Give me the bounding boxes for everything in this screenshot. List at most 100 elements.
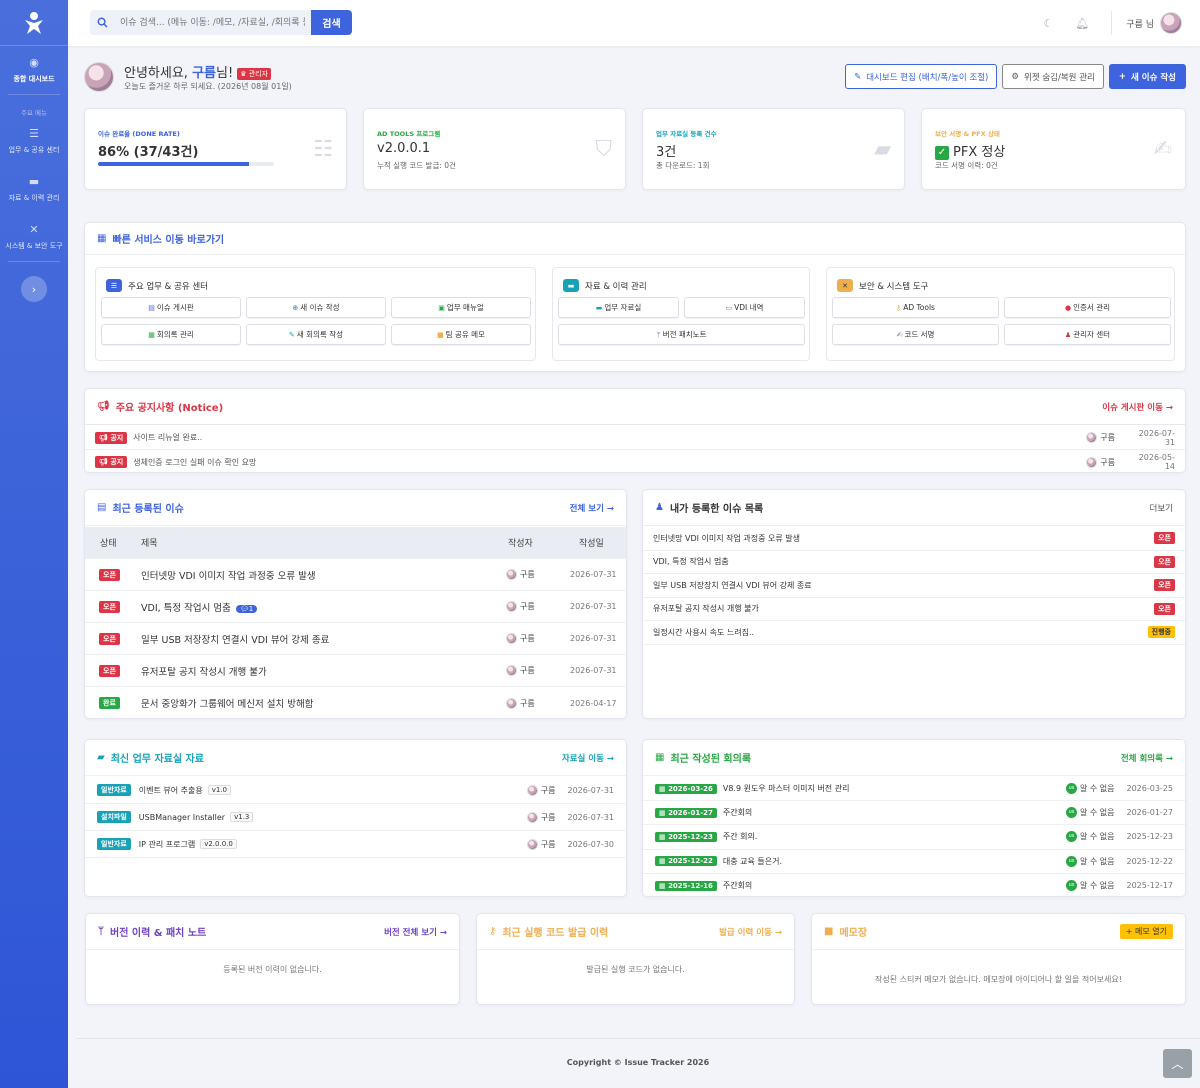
list-item[interactable]: 📢︎ 공지 사이트 리뉴얼 완료.. 구름 2026-07-31 [85,426,1185,450]
quick-link-manual[interactable]: ▣ 업무 매뉴얼 [391,297,531,318]
quick-link-label: 업무 매뉴얼 [446,303,484,312]
divider [8,261,60,262]
sidebar-item-tasks[interactable]: ☰ 업무 & 공유 센터 [0,127,68,155]
list-item[interactable]: ▦ 2026-03-26 V8.9 윈도우 마스터 이미지 버전 관리 us 알 … [643,777,1185,802]
all-versions-link[interactable]: 버전 전체 보기 → [384,926,447,938]
my-issues-card: ♟ 내가 등록한 이슈 목록 더보기 인터넷망 VDI 이미지 작업 과정중 오류 … [642,489,1186,719]
memo-card: ■ 메모장 + 메모 열기 작성된 스티커 메모가 없습니다. 메모장에 아이디어… [811,913,1186,1005]
list-item[interactable]: 설치파일 USBManager Installer v1.3 구름 2026-0… [85,804,626,831]
meeting-title: 주간회의 [722,808,753,818]
library-link[interactable]: 자료실 이동 → [562,752,614,764]
list-item[interactable]: ▦ 2025-12-16 주간회의 us 알 수 없음 2025-12-17 [643,874,1185,898]
code-history-link[interactable]: 발급 이력 이동 → [719,926,782,938]
list-item[interactable]: 일반자료 이벤트 뷰어 추출용 v1.0 구름 2026-07-31 [85,777,626,804]
meeting-title: 주간 회의. [722,832,758,842]
card-title: 최신 업무 자료실 자료 [110,754,204,765]
notice-board-link[interactable]: 이슈 게시판 이동 → [1102,401,1173,413]
calendar-icon: ▦ [659,857,666,866]
meeting-author: us 알 수 없음 [1065,831,1115,843]
notice-tag-label: 공지 [110,433,124,442]
brand-logo[interactable] [0,0,68,46]
quick-link-code-sign[interactable]: ✍ 코드 서명 [832,324,999,345]
list-item[interactable]: 일반자료 IP 관리 프로그램 v2.0.0.0 구름 2026-07-30 [85,831,626,858]
status-badge: 오픈 [99,632,120,645]
user-icon: us [1065,880,1077,892]
board-icon: ▤ [148,303,155,312]
moon-icon[interactable]: ☾ [1043,17,1053,30]
table-header: 상태 제목 작성자 작성일 [85,527,626,559]
search-icon [90,10,114,35]
table-row[interactable]: 오픈 VDI, 특정 작업시 멈춤 💬︎1 구름 2026-07-31 [85,591,626,623]
table-row[interactable]: 오픈 인터넷망 VDI 이미지 작업 과정중 오류 발생 구름 2026-07-… [85,559,626,591]
plus-icon: + [1125,927,1133,936]
list-item[interactable]: 일정시간 사용시 속도 느려짐.. 진행중 [643,621,1185,645]
user-name[interactable]: 구름 님 [1126,17,1154,30]
key-icon: ⚷ [896,303,902,312]
author-name: 알 수 없음 [1079,808,1115,818]
list-item[interactable]: ▦ 2025-12-23 주간 회의. us 알 수 없음 2025-12-23 [643,825,1185,850]
quick-link-team-memo[interactable]: ■ 팀 공유 메모 [391,324,531,345]
quick-link-issue-board[interactable]: ▤ 이슈 게시판 [101,297,241,318]
dashboard-icon: ◉ [29,56,39,69]
issue-author: 구름 [506,665,535,676]
avatar [1086,456,1098,468]
admin-badge: ♛ 관리자 [237,67,272,80]
search-input[interactable] [114,10,311,35]
quick-link-label: 인증서 관리 [1073,303,1110,312]
author-name: 알 수 없음 [1079,881,1115,891]
meeting-created: 2025-12-17 [1126,881,1174,891]
table-row[interactable]: 오픈 유저포탈 공지 작성시 개행 불가 구름 2026-07-31 [85,655,626,687]
quick-link-minutes[interactable]: ▦ 회의록 관리 [101,324,241,345]
list-item[interactable]: 📢︎ 공지 생체인증 로그인 실패 이슈 확인 요망 구름 2026-05-14 [85,450,1185,474]
calendar-icon: ▦ [659,832,666,841]
table-row[interactable]: 오픈 일부 USB 저장장치 연결시 VDI 뷰어 강제 종료 구름 2026-… [85,623,626,655]
quick-link-admin-center[interactable]: ♟ 관리자 센터 [1004,324,1171,345]
quick-link-vdi[interactable]: ▭ VDI 내역 [684,297,805,318]
list-item[interactable]: ▦ 2026-01-27 주간회의 us 알 수 없음 2026-01-27 [643,801,1185,826]
edit-dashboard-button[interactable]: ✎ 대시보드 편집 (배치/폭/높이 조절) [845,64,998,89]
list-item[interactable]: 일부 USB 저장장치 연결시 VDI 뷰어 강제 종료 오픈 [643,574,1185,598]
avatar [506,569,517,580]
copyright-text: Copyright © Issue Tracker 2026 [566,1058,710,1067]
avatar[interactable] [1160,12,1182,34]
widget-manage-button[interactable]: ⚙ 위젯 숨김/복원 관리 [1002,64,1104,89]
stat-label: 보안 서명 & PFX 상태 [935,130,1000,138]
quick-link-file-library[interactable]: ▬ 업무 자료실 [558,297,679,318]
scroll-top-button[interactable]: ︿ [1163,1049,1192,1078]
view-all-link[interactable]: 전체 보기 → [570,502,614,514]
author-name: 구름 [520,602,535,611]
table-row[interactable]: 완료 문서 중앙화가 그룹웨어 메신저 설치 방해함 구름 2026-04-17 [85,687,626,719]
author-name: 알 수 없음 [1079,832,1115,842]
list-item[interactable]: VDI, 특정 작업시 멈춤 오픈 [643,551,1185,574]
card-header: ■ 메모장 + 메모 열기 [812,914,1185,950]
open-memo-button[interactable]: + 메모 열기 [1119,924,1173,939]
meeting-date: 2025-12-16 [668,881,713,890]
quick-link-certificates[interactable]: ● 인증서 관리 [1004,297,1171,318]
sidebar-toggle-button[interactable]: › [21,276,47,302]
file-author: 구름 [526,811,556,823]
issue-title: 일부 USB 저장장치 연결시 VDI 뷰어 강제 종료 [141,632,329,646]
codes-card: ⚷ 최근 실행 코드 발급 이력 발급 이력 이동 → 발급된 실행 코드가 없습니… [476,913,795,1005]
new-issue-button[interactable]: + 새 이슈 작성 [1108,64,1186,89]
list-item[interactable]: ▦ 2025-12-22 대충 교육 들은거. us 알 수 없음 2025-12… [643,850,1185,874]
more-link[interactable]: 더보기 [1150,502,1173,514]
sidebar-item-label: 자료 & 이력 관리 [8,194,60,202]
list-item[interactable]: 유저포탈 공지 작성시 개행 불가 오픈 [643,598,1185,621]
quick-link-label: 새 이슈 작성 [300,303,340,312]
sidebar-item-files[interactable]: ▬ 자료 & 이력 관리 [0,175,68,203]
list-item[interactable]: 인터넷망 VDI 이미지 작업 과정중 오류 발생 오픈 [643,527,1185,551]
grid-icon: ▦ [97,233,107,244]
stat-value: 3건 [656,145,677,160]
quick-link-patch-notes[interactable]: ᛘ 버전 패치노트 [558,324,805,345]
quick-link-new-issue[interactable]: ⊕ 새 이슈 작성 [246,297,386,318]
bell-icon[interactable]: 🔔︎ [1075,17,1089,30]
quick-link-new-minutes[interactable]: ✎ 새 회의록 작성 [246,324,386,345]
quick-link-adtools[interactable]: ⚷ AD Tools [832,297,999,318]
sidebar-item-dashboard[interactable]: ◉ 종합 대시보드 [0,56,68,84]
sidebar-item-tools[interactable]: ✕ 시스템 & 보안 도구 [0,223,68,251]
shield-icon: ⛉ [595,137,612,162]
pen-icon: ✎ [288,330,295,339]
all-minutes-link[interactable]: 전체 회의록 → [1121,752,1173,764]
comment-count: 1 [248,604,254,613]
search-button[interactable]: 검색 [311,10,352,35]
